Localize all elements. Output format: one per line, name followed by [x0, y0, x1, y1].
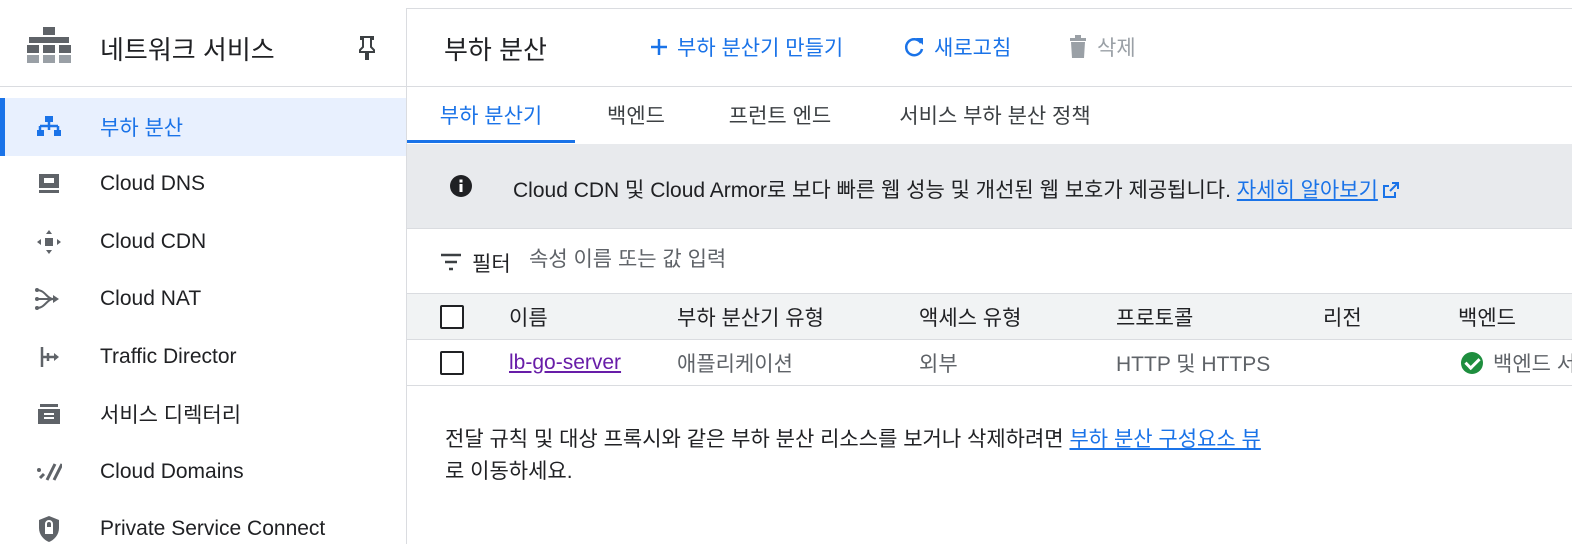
sidebar-item-cloud-cdn[interactable]: Cloud CDN [0, 213, 406, 271]
tab-bar: 부하 분산기 백엔드 프런트 엔드 서비스 부하 분산 정책 [407, 87, 1572, 143]
column-header-name[interactable]: 이름 [509, 294, 548, 339]
components-view-note: 전달 규칙 및 대상 프록시와 같은 부하 분산 리소스를 보거나 삭제하려면 … [445, 424, 1345, 488]
sidebar-item-label: Cloud NAT [100, 287, 201, 311]
dns-icon [34, 169, 64, 199]
tab-load-balancers[interactable]: 부하 분산기 [407, 87, 575, 143]
tab-frontends[interactable]: 프런트 엔드 [715, 87, 845, 143]
filter-input[interactable] [529, 245, 1129, 275]
traffic-director-icon [34, 342, 64, 372]
nat-icon [34, 284, 64, 314]
create-load-balancer-button[interactable]: 부하 분산기 만들기 [649, 32, 843, 62]
sidebar-item-label: Private Service Connect [100, 517, 325, 541]
note-text-end: 로 이동하세요. [445, 460, 573, 483]
add-icon [649, 37, 669, 57]
table-header: 이름 부하 분산기 유형 액세스 유형 프로토콜 리전 백엔드 [407, 294, 1572, 340]
sidebar-header: 네트워크 서비스 [0, 8, 406, 87]
info-banner: Cloud CDN 및 Cloud Armor로 보다 빠른 웹 성능 및 개선… [407, 144, 1572, 229]
sidebar-nav: 부하 분산 Cloud DNS Cloud CDN Cloud NAT Traf… [0, 98, 406, 558]
filter-bar: 필터 [407, 229, 1572, 294]
info-icon [449, 174, 473, 198]
sidebar-item-label: 부하 분산 [100, 112, 183, 142]
column-header-type[interactable]: 부하 분산기 유형 [677, 294, 824, 339]
sidebar-item-cloud-domains[interactable]: Cloud Domains [0, 443, 406, 501]
sidebar-item-load-balancing[interactable]: 부하 분산 [0, 98, 406, 156]
sidebar-item-label: 서비스 디렉터리 [100, 399, 241, 429]
load-balancer-type: 애플리케이션 [677, 340, 793, 385]
delete-label: 삭제 [1097, 32, 1136, 62]
sidebar-item-cloud-nat[interactable]: Cloud NAT [0, 271, 406, 329]
filter-icon[interactable] [439, 251, 463, 273]
access-type: 외부 [919, 340, 958, 385]
banner-text: Cloud CDN 및 Cloud Armor로 보다 빠른 웹 성능 및 개선… [513, 179, 1231, 202]
banner-message: Cloud CDN 및 Cloud Armor로 보다 빠른 웹 성능 및 개선… [513, 174, 1400, 204]
column-header-backend[interactable]: 백엔드 [1458, 294, 1516, 339]
sidebar-item-label: Cloud DNS [100, 172, 205, 196]
backend-status: 백엔드 서 [1461, 340, 1572, 385]
note-text: 전달 규칙 및 대상 프록시와 같은 부하 분산 리소스를 보거나 삭제하려면 [445, 428, 1069, 451]
sidebar-item-label: Cloud CDN [100, 230, 206, 254]
sidebar-title: 네트워크 서비스 [100, 30, 275, 67]
main-content: 부하 분산 부하 분산기 만들기 새로고침 삭제 부하 분산기 백엔드 프런트 … [407, 8, 1572, 544]
sidebar-item-label: Traffic Director [100, 345, 237, 369]
components-view-link[interactable]: 부하 분산 구성요소 뷰 [1069, 428, 1260, 451]
check-circle-icon [1461, 352, 1483, 374]
column-header-access[interactable]: 액세스 유형 [919, 294, 1021, 339]
sidebar: 네트워크 서비스 부하 분산 Cloud DNS Cloud CDN [0, 8, 407, 544]
refresh-button[interactable]: 새로고침 [902, 32, 1011, 62]
tab-service-lb-policies[interactable]: 서비스 부하 분산 정책 [885, 87, 1105, 143]
external-link-icon [1382, 181, 1400, 199]
load-balancer-name-link[interactable]: lb-go-server [509, 351, 621, 375]
service-directory-icon [34, 399, 64, 429]
sidebar-item-cloud-dns[interactable]: Cloud DNS [0, 156, 406, 214]
pin-icon[interactable] [355, 34, 379, 62]
sidebar-item-traffic-director[interactable]: Traffic Director [0, 328, 406, 386]
backend-status-text: 백엔드 서 [1493, 348, 1572, 378]
page-title: 부하 분산 [444, 30, 547, 67]
sidebar-item-service-directory[interactable]: 서비스 디렉터리 [0, 386, 406, 444]
learn-more-link[interactable]: 자세히 알아보기 [1237, 179, 1378, 202]
domains-icon [34, 457, 64, 487]
create-load-balancer-label: 부하 분산기 만들기 [677, 32, 843, 62]
cdn-icon [34, 227, 64, 257]
table-row: lb-go-server 애플리케이션 외부 HTTP 및 HTTPS 백엔드 … [407, 340, 1572, 386]
filter-label: 필터 [472, 248, 511, 278]
trash-icon [1067, 35, 1089, 59]
shield-icon [34, 514, 64, 544]
delete-button[interactable]: 삭제 [1067, 32, 1136, 62]
refresh-label: 새로고침 [934, 32, 1011, 62]
refresh-icon [902, 35, 926, 59]
page-header: 부하 분산 부하 분산기 만들기 새로고침 삭제 [407, 8, 1572, 87]
network-services-logo-icon [27, 27, 71, 67]
protocol: HTTP 및 HTTPS [1116, 340, 1270, 385]
select-all-checkbox[interactable] [440, 305, 464, 329]
sidebar-item-label: Cloud Domains [100, 460, 244, 484]
tab-backends[interactable]: 백엔드 [591, 87, 681, 143]
row-checkbox[interactable] [440, 351, 464, 375]
column-header-protocol[interactable]: 프로토콜 [1116, 294, 1193, 339]
column-header-region[interactable]: 리전 [1323, 294, 1362, 339]
sidebar-item-private-service-connect[interactable]: Private Service Connect [0, 501, 406, 558]
load-balancing-icon [34, 112, 64, 142]
